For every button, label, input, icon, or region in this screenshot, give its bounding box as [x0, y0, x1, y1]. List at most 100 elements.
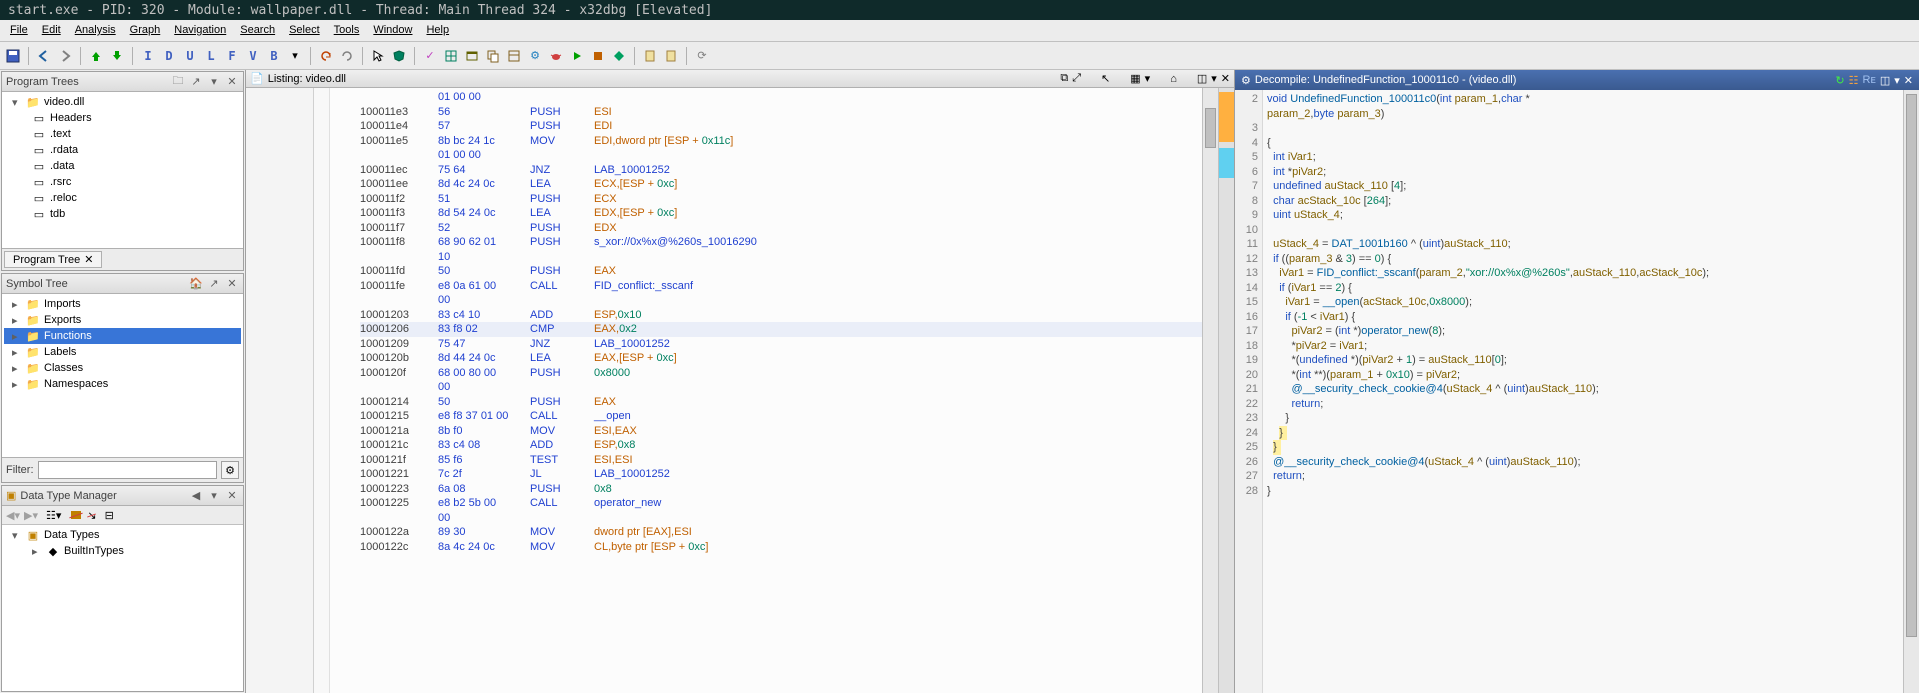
decompile-line[interactable]: if ((param_3 & 3) == 0) {	[1267, 252, 1899, 267]
no-arrow-icon[interactable]: ↘	[87, 509, 96, 522]
mark-l-icon[interactable]: L	[202, 47, 220, 65]
listing-row[interactable]: 100011fee8 0a 61 00CALLFID_conflict:_ssc…	[360, 279, 1202, 294]
listing-row[interactable]: 01 00 00	[360, 90, 1202, 105]
snapshot-icon[interactable]: ◫	[1880, 74, 1890, 87]
folder-tree-icon[interactable]: 🗀	[171, 75, 185, 89]
tree-item[interactable]: ▭.text	[4, 126, 241, 142]
listing-row[interactable]: 1000120f68 00 80 00PUSH0x8000	[360, 366, 1202, 381]
decompile-line[interactable]: @__security_check_cookie@4(uStack_4 ^ (u…	[1267, 382, 1899, 397]
check-icon[interactable]: ✓	[421, 47, 439, 65]
listing-row[interactable]: 00	[360, 293, 1202, 308]
menu-window[interactable]: Window	[367, 22, 418, 39]
scrollbar[interactable]	[1202, 88, 1218, 693]
redo-icon[interactable]	[338, 47, 356, 65]
decompile-line[interactable]: char acStack_10c [264];	[1267, 194, 1899, 209]
back-icon[interactable]	[35, 47, 53, 65]
back-icon[interactable]: ◀	[189, 489, 203, 503]
close-icon[interactable]: ✕	[1904, 74, 1913, 87]
mark-b-icon[interactable]: B	[265, 47, 283, 65]
tree-icon[interactable]: ☷	[1849, 74, 1859, 87]
listing-row[interactable]: 00	[360, 380, 1202, 395]
decompile-line[interactable]: iVar1 = __open(acStack_10c,0x8000);	[1267, 295, 1899, 310]
gear-icon[interactable]: ⚙	[526, 47, 544, 65]
decompile-line[interactable]: int *piVar2;	[1267, 165, 1899, 180]
up-icon[interactable]	[87, 47, 105, 65]
decompile-line[interactable]: return;	[1267, 397, 1899, 412]
tree-item[interactable]: ▭Headers	[4, 110, 241, 126]
dropdown-icon[interactable]: ▾	[207, 489, 221, 503]
tree-item[interactable]: ▭tdb	[4, 206, 241, 222]
toggle2-icon[interactable]: ▾	[1145, 72, 1151, 85]
listing-row[interactable]: 1000121c83 c4 08ADDESP,0x8	[360, 438, 1202, 453]
overview-strip[interactable]	[1218, 88, 1234, 693]
listing-row[interactable]: 1000120683 f8 02CMPEAX,0x2	[360, 322, 1202, 337]
nav-icon[interactable]: ↗	[189, 75, 203, 89]
symbol-tree-item[interactable]: ▸📁Exports	[4, 312, 241, 328]
listing-row[interactable]: 100011e356PUSHESI	[360, 105, 1202, 120]
dropdown-icon[interactable]: ▾	[286, 47, 304, 65]
symbol-tree-item[interactable]: ▸📁Functions	[4, 328, 241, 344]
listing-row[interactable]: 100011e58b bc 24 1cMOVEDI,dword ptr [ESP…	[360, 134, 1202, 149]
grid-icon[interactable]	[442, 47, 460, 65]
copy-icon[interactable]: ⧉	[1060, 72, 1068, 85]
menu-search[interactable]: Search	[234, 22, 281, 39]
listing-row[interactable]: 1000121f85 f6TESTESI,ESI	[360, 453, 1202, 468]
refresh-icon[interactable]: ↻	[1835, 74, 1844, 87]
close-icon[interactable]: ✕	[84, 253, 93, 266]
listing-row[interactable]: 10	[360, 250, 1202, 265]
tree-item[interactable]: ▸ ◆ BuiltInTypes	[4, 543, 241, 559]
listing-row[interactable]: 100011ee8d 4c 24 0cLEAECX,[ESP + 0xc]	[360, 177, 1202, 192]
filter-options-icon[interactable]: ⚙	[221, 461, 239, 479]
collapse-icon[interactable]: ⊟	[105, 509, 114, 522]
forward-icon[interactable]: ▶▾	[24, 509, 38, 522]
decompile-line[interactable]: }	[1267, 440, 1899, 455]
close-icon[interactable]: ✕	[1221, 72, 1230, 85]
bug-icon[interactable]	[547, 47, 565, 65]
listing-row[interactable]: 1000121a8b f0MOVESI,EAX	[360, 424, 1202, 439]
cursor-icon[interactable]: ↖	[1101, 72, 1110, 85]
decompile-line[interactable]: *(int **)(param_1 + 0x10) = piVar2;	[1267, 368, 1899, 383]
scrollbar-thumb[interactable]	[1205, 108, 1216, 148]
home-icon[interactable]: 🏠	[189, 277, 203, 291]
decompile-line[interactable]: }	[1267, 484, 1899, 499]
listing-row[interactable]: 1000122c8a 4c 24 0cMOVCL,byte ptr [ESP +…	[360, 540, 1202, 555]
menu-help[interactable]: Help	[420, 22, 455, 39]
window-icon[interactable]	[463, 47, 481, 65]
decompile-line[interactable]: void UndefinedFunction_100011c0(int para…	[1267, 92, 1899, 107]
play-icon[interactable]	[568, 47, 586, 65]
table-icon[interactable]	[505, 47, 523, 65]
decompile-line[interactable]: if (iVar1 == 2) {	[1267, 281, 1899, 296]
decompile-line[interactable]: undefined auStack_110 [4];	[1267, 179, 1899, 194]
listing-row[interactable]: 100011f868 90 62 01PUSHs_xor://0x%x@%260…	[360, 235, 1202, 250]
listing-row[interactable]: 100012217c 2fJLLAB_10001252	[360, 467, 1202, 482]
listing-row[interactable]: 1000120975 47JNZLAB_10001252	[360, 337, 1202, 352]
decompile-line[interactable]: param_2,byte param_3)	[1267, 107, 1899, 122]
expand-icon[interactable]: ⤢	[1072, 72, 1081, 85]
no-struct-icon[interactable]	[69, 508, 83, 522]
snapshot-icon[interactable]: ◫	[1197, 72, 1207, 85]
copy-icon[interactable]	[484, 47, 502, 65]
listing-row[interactable]: 10001215e8 f8 37 01 00CALL__open	[360, 409, 1202, 424]
tab-program-tree[interactable]: Program Tree ✕	[4, 251, 102, 268]
scrollbar[interactable]	[1903, 90, 1919, 693]
undo-icon[interactable]	[317, 47, 335, 65]
symbol-tree-item[interactable]: ▸📁Labels	[4, 344, 241, 360]
menu-select[interactable]: Select	[283, 22, 326, 39]
listing-row[interactable]: 10001225e8 b2 5b 00CALLoperator_new	[360, 496, 1202, 511]
scrollbar-thumb[interactable]	[1906, 94, 1917, 637]
menu-edit[interactable]: Edit	[36, 22, 67, 39]
listing-row[interactable]: 1000120b8d 44 24 0cLEAEAX,[ESP + 0xc]	[360, 351, 1202, 366]
menu-navigation[interactable]: Navigation	[168, 22, 232, 39]
down-icon[interactable]	[108, 47, 126, 65]
listing-row[interactable]: 00	[360, 511, 1202, 526]
listing-row[interactable]: 100011f38d 54 24 0cLEAEDX,[ESP + 0xc]	[360, 206, 1202, 221]
listing-content[interactable]: 01 00 00100011e356PUSHESI100011e457PUSHE…	[330, 88, 1202, 693]
tree-item[interactable]: ▭.rdata	[4, 142, 241, 158]
listing-row[interactable]: 100011f251PUSHECX	[360, 192, 1202, 207]
symbol-tree-item[interactable]: ▸📁Classes	[4, 360, 241, 376]
listing-row[interactable]: 1000121450PUSHEAX	[360, 395, 1202, 410]
house-icon[interactable]: ⌂	[1170, 73, 1177, 85]
decompile-line[interactable]: int iVar1;	[1267, 150, 1899, 165]
mark-i-icon[interactable]: I	[139, 47, 157, 65]
refresh-icon[interactable]: ⟳	[693, 47, 711, 65]
